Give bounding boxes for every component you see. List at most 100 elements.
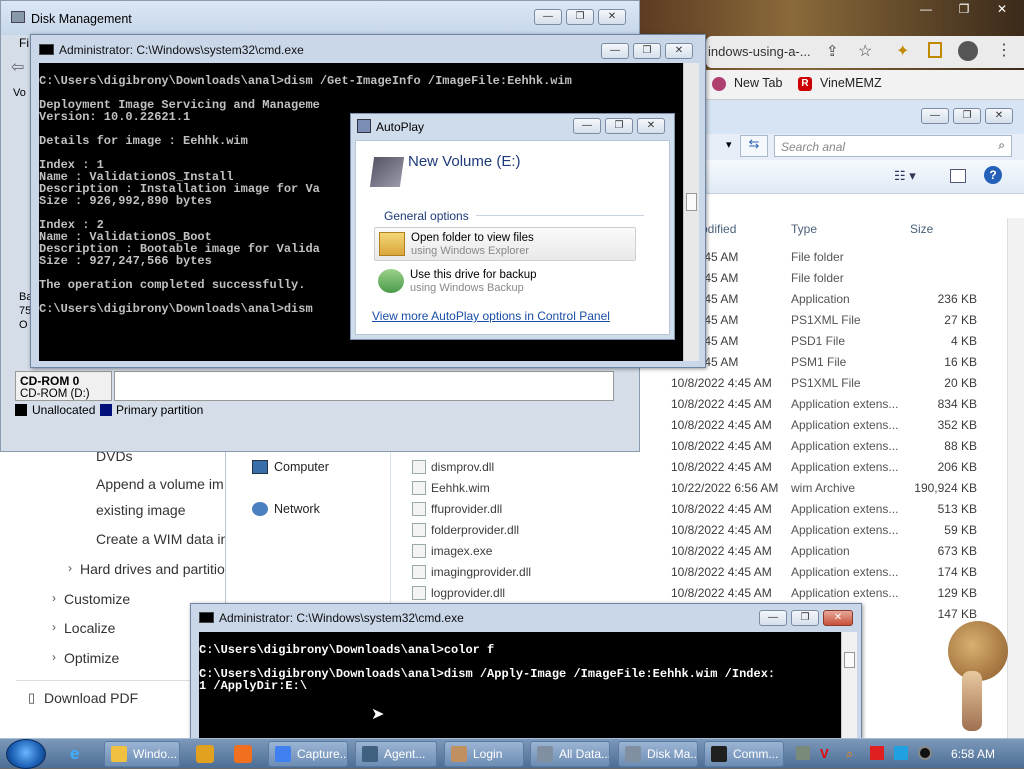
file-row[interactable]: dismprov.dll 10/8/2022 4:45 AM Application… [226,457,1024,478]
file-icon [412,481,426,495]
media-player-icon[interactable] [196,745,214,763]
autoplay-maximize-button[interactable]: ❐ [605,118,633,134]
explorer-search-input[interactable]: Search anal ⌕ [774,135,1012,157]
dropdown-arrow-icon[interactable]: ▾ [726,138,732,151]
cmd-close-button[interactable]: ✕ [823,610,853,626]
browser-close-button[interactable]: ✕ [988,0,1016,18]
open-folder-option[interactable]: Open folder to view files using Windows … [374,227,636,261]
tray-display-icon[interactable] [894,746,908,760]
desktop-character-sprite[interactable] [940,615,1012,737]
cdrom-disk-label[interactable]: CD-ROM 0 CD-ROM (D:) [15,371,112,401]
tray-app-icon[interactable] [796,746,810,760]
column-type[interactable]: Type [791,222,817,236]
file-date: 10/8/2022 4:45 AM [671,376,772,390]
browser-menu-icon[interactable]: ⋮ [996,40,1012,60]
browser-maximize-button[interactable]: ❐ [950,0,978,18]
column-date-modified[interactable]: odified [701,222,736,236]
file-row[interactable]: imagex.exe 10/8/2022 4:45 AM Application 67… [226,541,1024,562]
doc-item-localize[interactable]: Localize [64,620,115,636]
explorer-minimize-button[interactable]: — [921,108,949,124]
bookmark-new-tab[interactable]: New Tab [734,76,782,90]
file-row[interactable]: ffuprovider.dll 10/8/2022 4:45 AM Applicat… [226,499,1024,520]
internet-explorer-icon[interactable]: e [70,744,79,764]
paint-icon[interactable] [234,745,252,763]
doc-item-hard-drives[interactable]: Hard drives and partitio [80,561,226,577]
cmd-maximize-button[interactable]: ❐ [633,43,661,59]
start-button[interactable] [6,739,46,769]
tray-search-icon[interactable]: ⌕ [846,746,860,761]
cmd-minimize-button[interactable]: — [759,610,787,626]
tray-v-icon[interactable]: V [820,746,834,761]
cmd-close-button[interactable]: ✕ [665,43,693,59]
more-autoplay-options-link[interactable]: View more AutoPlay options in Control Pa… [372,309,610,323]
doc-item-existing-image[interactable]: existing image [96,502,226,518]
taskbar-cmd-button[interactable]: Comm... [704,741,784,767]
doc-item-append-volume[interactable]: Append a volume im [96,476,226,492]
disk-info-fragment: O [19,319,28,331]
explorer-maximize-button[interactable]: ❐ [953,108,981,124]
disk-mgmt-maximize-button[interactable]: ❐ [566,9,594,25]
autoplay-minimize-button[interactable]: — [573,118,601,134]
taskbar-explorer-button[interactable]: Windo... [104,741,180,767]
taskbar-login-button[interactable]: Login [444,741,524,767]
bookmark-star-icon[interactable]: ☆ [858,41,872,61]
file-icon [412,586,426,600]
backup-option[interactable]: Use this drive for backup using Windows … [374,265,636,299]
refresh-icon[interactable]: ⇆ [740,135,768,157]
sidepanel-icon[interactable] [928,42,942,58]
cmd-minimize-button[interactable]: — [601,43,629,59]
column-size[interactable]: Size [910,222,933,236]
drive-icon [369,157,405,187]
cmd-scrollbar[interactable] [841,632,857,739]
cmd-icon [39,44,54,55]
doc-item-optimize[interactable]: Optimize [64,650,119,666]
extensions-icon[interactable]: ✦ [896,41,909,61]
autoplay-close-button[interactable]: ✕ [637,118,665,134]
download-pdf-link[interactable]: Download PDF [44,690,138,706]
doc-item-create-wim[interactable]: Create a WIM data in [96,531,226,547]
scroll-thumb[interactable] [844,652,855,668]
cdrom-drive: CD-ROM (D:) [20,388,90,400]
menu-file[interactable]: Fi [19,36,29,50]
cmd-maximize-button[interactable]: ❐ [791,610,819,626]
file-type: PSM1 File [791,355,847,369]
browser-minimize-button[interactable]: — [912,0,940,18]
cmd-console-output[interactable]: C:\Users\digibrony\Downloads\anal>color … [199,632,857,739]
file-row[interactable]: Eehhk.wim 10/22/2022 6:56 AM wim Archive 19… [226,478,1024,499]
autoplay-dialog: AutoPlay — ❐ ✕ New Volume (E:) General o… [350,113,675,340]
search-icon[interactable]: ⌕ [998,138,1005,153]
back-arrow-icon[interactable]: ⇦ [11,57,24,77]
share-icon[interactable]: ⇪ [826,42,839,60]
file-date: 10/8/2022 4:45 AM [671,565,772,579]
cmd-scrollbar[interactable] [683,63,699,361]
tray-flag-icon[interactable] [870,746,884,760]
primary-partition-swatch [100,404,112,416]
explorer-close-button[interactable]: ✕ [985,108,1013,124]
file-icon [412,502,426,516]
taskbar-capture-button[interactable]: Capture... [268,741,348,767]
file-row[interactable]: logprovider.dll 10/8/2022 4:45 AM Applicat… [226,583,1024,604]
preview-pane-icon[interactable] [950,169,966,183]
view-options-icon[interactable]: ☷ ▾ [894,168,916,184]
file-row[interactable]: folderprovider.dll 10/8/2022 4:45 AM Appli… [226,520,1024,541]
chevron-right-icon: › [68,561,72,575]
autoplay-volume-name: New Volume (E:) [408,153,521,170]
cdrom-partition-area[interactable] [114,371,614,401]
clock-time[interactable]: 6:58 AM [951,747,995,761]
disk-mgmt-close-button[interactable]: ✕ [598,9,626,25]
doc-item-customize[interactable]: Customize [64,591,130,607]
bookmark-vinememz[interactable]: VineMEMZ [820,76,882,90]
scroll-thumb[interactable] [686,193,697,211]
taskbar-agent-button[interactable]: Agent... [355,741,437,767]
chevron-right-icon: › [52,591,56,605]
disk-mgmt-titlebar: Disk Management — ❐ ✕ [1,1,639,35]
help-icon[interactable]: ? [984,166,1002,184]
file-size: 352 KB [937,418,977,432]
profile-avatar[interactable] [958,41,978,61]
taskbar-alldata-button[interactable]: All Data... [530,741,610,767]
browser-address-bar[interactable]: indows-using-a-... ⇪ ☆ ✦ ⋮ [706,36,1024,68]
taskbar-diskmgmt-button[interactable]: Disk Ma... [618,741,698,767]
file-row[interactable]: imagingprovider.dll 10/8/2022 4:45 AM Appl… [226,562,1024,583]
tray-record-icon[interactable] [918,746,932,760]
disk-mgmt-minimize-button[interactable]: — [534,9,562,25]
